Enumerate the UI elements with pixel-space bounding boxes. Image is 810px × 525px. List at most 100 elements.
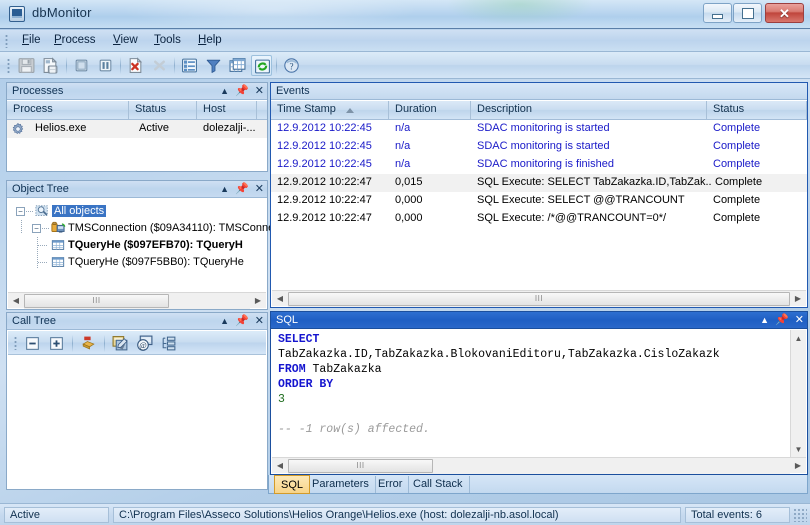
close-icon[interactable]: ✕ xyxy=(255,314,264,328)
tab-error[interactable]: Error xyxy=(372,476,409,493)
processes-panel-tools: ▲ 📌 ✕ xyxy=(220,84,264,98)
collapse-icon[interactable]: ▲ xyxy=(220,314,229,328)
pause-button[interactable] xyxy=(95,55,116,76)
expander-icon[interactable]: − xyxy=(32,224,41,233)
resize-grip[interactable] xyxy=(793,508,807,522)
monitor-icon xyxy=(9,6,25,22)
goto-address-button[interactable]: @ xyxy=(134,333,155,354)
pin-icon[interactable]: 📌 xyxy=(235,182,249,196)
table-row[interactable]: 12.9.2012 10:22:45 n/a SDAC monitoring i… xyxy=(271,156,807,174)
delete-event-button[interactable] xyxy=(125,55,146,76)
column-header-process[interactable]: Process xyxy=(7,101,129,119)
column-header-duration[interactable]: Duration xyxy=(389,101,471,119)
menu-item-file[interactable]: File xyxy=(16,33,47,49)
call-tree-drag-handle[interactable] xyxy=(14,336,17,350)
call-tree-panel-title: Call Tree xyxy=(12,315,56,327)
collapse-icon[interactable]: ▲ xyxy=(760,313,769,327)
refresh-icon xyxy=(254,58,271,75)
object-tree-panel-title: Object Tree xyxy=(12,183,69,195)
save-as-button[interactable] xyxy=(40,55,61,76)
tab-call-stack[interactable]: Call Stack xyxy=(407,476,470,493)
table-row[interactable]: 12.9.2012 10:22:45 n/a SDAC monitoring i… xyxy=(271,120,807,138)
close-icon[interactable]: ✕ xyxy=(255,182,264,196)
collapse-icon[interactable]: ▲ xyxy=(220,182,229,196)
scroll-left-arrow-icon[interactable]: ◀ xyxy=(8,293,24,309)
hscroll-track[interactable]: III xyxy=(24,293,250,309)
column-header-description[interactable]: Description xyxy=(471,101,707,119)
menu-item-tools[interactable]: Tools xyxy=(148,33,187,49)
call-tree-panel-header[interactable]: Call Tree ▲ 📌 ✕ xyxy=(7,313,267,330)
object-tree-panel-header[interactable]: Object Tree ▲ 📌 ✕ xyxy=(7,181,267,198)
call-tree-panel-tools: ▲ 📌 ✕ xyxy=(220,314,264,328)
maximize-button[interactable] xyxy=(733,3,762,23)
tab-sql[interactable]: SQL xyxy=(274,475,310,494)
save-button[interactable] xyxy=(16,55,37,76)
hscroll-track[interactable]: III xyxy=(288,458,790,474)
menubar-drag-handle[interactable] xyxy=(5,34,8,48)
column-header-status[interactable]: Status xyxy=(707,101,807,119)
scroll-left-arrow-icon[interactable]: ◀ xyxy=(272,291,288,307)
processes-panel-header[interactable]: Processes ▲ 📌 ✕ xyxy=(7,83,267,100)
stop-button[interactable] xyxy=(71,55,92,76)
hscroll-thumb[interactable]: III xyxy=(288,459,433,473)
grid-columns-button[interactable] xyxy=(227,55,248,76)
expander-icon[interactable]: − xyxy=(16,207,25,216)
edit-source-button[interactable] xyxy=(110,333,131,354)
toolbar-drag-handle[interactable] xyxy=(7,58,10,73)
menu-item-help[interactable]: Help xyxy=(192,33,228,49)
table-row[interactable]: 12.9.2012 10:22:47 0,000 SQL Execute: SE… xyxy=(271,192,807,210)
events-hscrollbar[interactable]: ◀ III ▶ xyxy=(272,290,806,306)
sql-token: 3 xyxy=(278,393,285,406)
pin-icon[interactable]: 📌 xyxy=(775,313,789,327)
pin-icon[interactable]: 📌 xyxy=(235,84,249,98)
refresh-button[interactable] xyxy=(251,55,272,76)
expand-all-button[interactable] xyxy=(46,333,67,354)
column-header-host[interactable]: Host xyxy=(197,101,257,119)
column-header-time-stamp[interactable]: Time Stamp xyxy=(271,101,389,119)
scroll-up-arrow-icon[interactable]: ▲ xyxy=(791,330,806,346)
object-tree-hscrollbar[interactable]: ◀ III ▶ xyxy=(8,292,266,308)
pin-icon[interactable]: 📌 xyxy=(235,314,249,328)
scroll-right-arrow-icon[interactable]: ▶ xyxy=(790,291,806,307)
properties-button[interactable] xyxy=(179,55,200,76)
sql-editor[interactable]: SELECT TabZakazka.ID,TabZakazka.Blokovan… xyxy=(272,330,806,457)
sql-vscrollbar[interactable]: ▲ ▼ xyxy=(790,330,806,457)
hscroll-thumb[interactable]: III xyxy=(24,294,169,308)
close-icon[interactable]: ✕ xyxy=(795,313,804,327)
collapse-all-button[interactable] xyxy=(22,333,43,354)
sql-panel-header[interactable]: SQL ▲ 📌 ✕ xyxy=(271,312,807,329)
filter-button[interactable] xyxy=(203,55,224,76)
close-icon[interactable]: ✕ xyxy=(255,84,264,98)
scroll-right-arrow-icon[interactable]: ▶ xyxy=(250,293,266,309)
menu-item-process[interactable]: Process xyxy=(48,33,102,49)
menu-item-view[interactable]: View xyxy=(107,33,144,49)
scroll-down-arrow-icon[interactable]: ▼ xyxy=(791,441,806,457)
column-header-status[interactable]: Status xyxy=(129,101,197,119)
clear-all-button[interactable] xyxy=(149,55,170,76)
table-row[interactable]: 12.9.2012 10:22:47 0,000 SQL Execute: /*… xyxy=(271,210,807,228)
minimize-button[interactable] xyxy=(703,3,732,23)
hscroll-track[interactable]: III xyxy=(288,291,790,307)
tree-node-label: TMSConnection ($09A34110): TMSConne xyxy=(68,222,274,234)
close-button[interactable]: ✕ xyxy=(765,3,804,23)
table-row[interactable]: Helios.exe Active dolezalji-... xyxy=(7,120,267,138)
scroll-left-arrow-icon[interactable]: ◀ xyxy=(272,458,288,474)
sql-hscrollbar[interactable]: ◀ III ▶ xyxy=(272,457,806,473)
tab-parameters[interactable]: Parameters xyxy=(306,476,376,493)
table-row[interactable]: 12.9.2012 10:22:45 n/a SDAC monitoring i… xyxy=(271,138,807,156)
collapse-icon[interactable]: ▲ xyxy=(220,84,229,98)
scroll-right-arrow-icon[interactable]: ▶ xyxy=(790,458,806,474)
call-tree-content[interactable] xyxy=(8,356,266,488)
events-panel-header[interactable]: Events xyxy=(271,83,807,100)
about-button[interactable]: ? xyxy=(281,55,302,76)
cell-description: SQL Execute: SELECT TabZakazka.ID,TabZak… xyxy=(471,174,711,192)
cell-process: Helios.exe xyxy=(29,120,129,138)
call-tree-toolbar: @ xyxy=(8,331,266,355)
tree-options-button[interactable] xyxy=(158,333,179,354)
hscroll-thumb[interactable]: III xyxy=(288,292,790,306)
bookmark-button[interactable] xyxy=(78,333,99,354)
tree-connector xyxy=(38,262,48,263)
events-panel: Events Time Stamp Duration Description S… xyxy=(270,82,808,308)
table-row[interactable]: 12.9.2012 10:22:47 0,015 SQL Execute: SE… xyxy=(271,174,807,192)
title-bar[interactable]: dbMonitor ✕ xyxy=(0,0,810,29)
